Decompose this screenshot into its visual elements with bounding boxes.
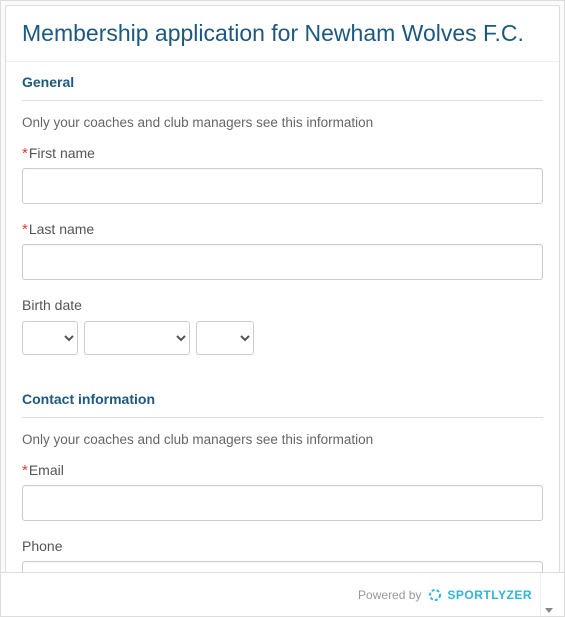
label-last-name: * Last name	[22, 220, 543, 238]
group-last-name: * Last name	[22, 220, 543, 280]
brand-link[interactable]: SPORTLYZER	[427, 587, 532, 603]
email-input[interactable]	[22, 485, 543, 521]
birth-year-select[interactable]	[196, 321, 254, 355]
footer: Powered by SPORTLYZER	[1, 572, 564, 616]
birth-month-select[interactable]	[84, 321, 190, 355]
last-name-input[interactable]	[22, 244, 543, 280]
label-phone-text: Phone	[22, 537, 62, 555]
brand-name: SPORTLYZER	[447, 588, 532, 602]
group-first-name: * First name	[22, 144, 543, 204]
required-asterisk: *	[22, 222, 28, 237]
helper-general: Only your coaches and club managers see …	[22, 115, 543, 130]
group-email: * Email	[22, 461, 543, 521]
label-email: * Email	[22, 461, 543, 479]
label-first-name: * First name	[22, 144, 543, 162]
label-last-name-text: Last name	[29, 220, 94, 238]
birth-date-selects	[22, 321, 543, 355]
section-heading-general: General	[22, 74, 543, 101]
group-phone: Phone	[22, 537, 543, 573]
required-asterisk: *	[22, 146, 28, 161]
form-panel: Membership application for Newham Wolves…	[5, 5, 560, 573]
sportlyzer-logo-icon	[427, 587, 443, 603]
form-scroll-area[interactable]: Membership application for Newham Wolves…	[1, 1, 564, 573]
first-name-input[interactable]	[22, 168, 543, 204]
section-contact: Contact information Only your coaches an…	[6, 379, 559, 573]
section-general: General Only your coaches and club manag…	[6, 62, 559, 379]
label-email-text: Email	[29, 461, 64, 479]
scrollbar-down-icon[interactable]	[540, 573, 556, 616]
label-first-name-text: First name	[29, 144, 95, 162]
label-birth-date-text: Birth date	[22, 296, 82, 314]
page-title: Membership application for Newham Wolves…	[6, 6, 559, 62]
birth-day-select[interactable]	[22, 321, 78, 355]
section-heading-contact: Contact information	[22, 391, 543, 418]
helper-contact: Only your coaches and club managers see …	[22, 432, 543, 447]
powered-by-label: Powered by	[358, 588, 421, 602]
label-phone: Phone	[22, 537, 543, 555]
label-birth-date: Birth date	[22, 296, 543, 314]
required-asterisk: *	[22, 463, 28, 478]
group-birth-date: Birth date	[22, 296, 543, 354]
